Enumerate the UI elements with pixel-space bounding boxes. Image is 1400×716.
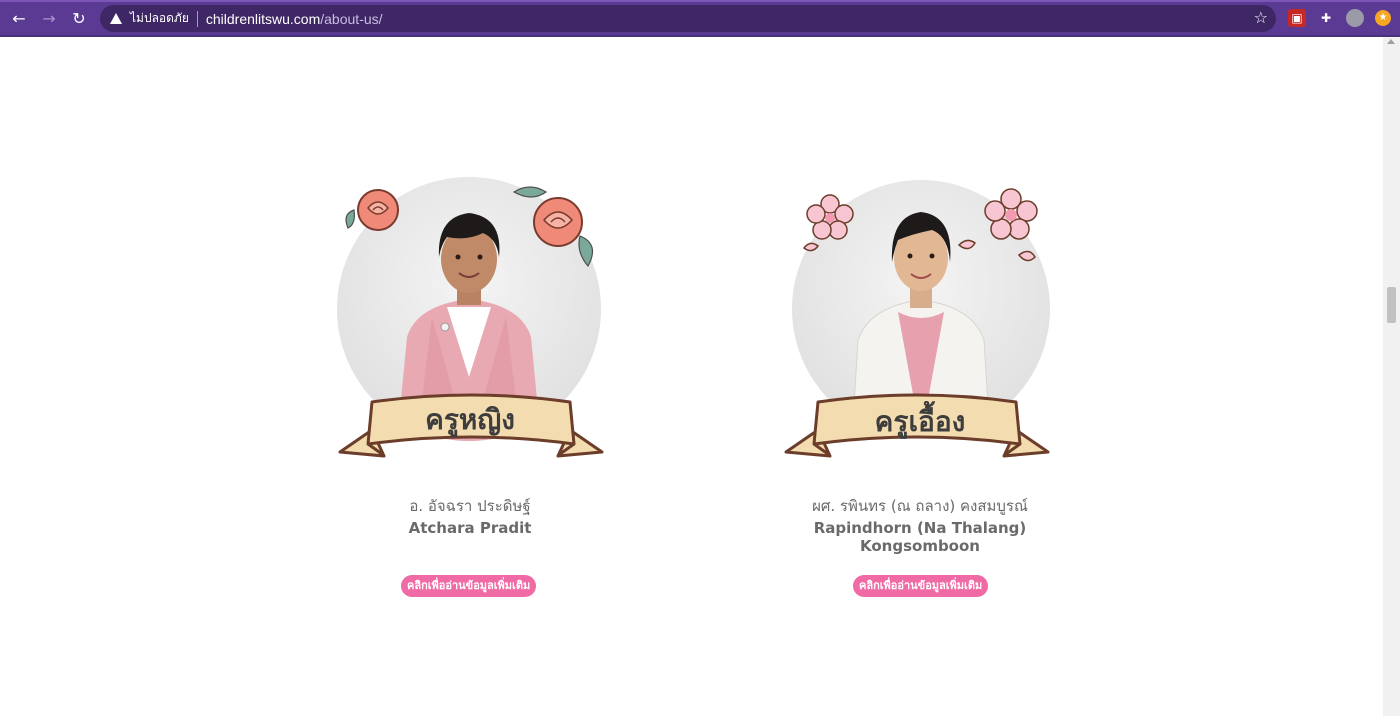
address-bar[interactable]: ไม่ปลอดภัย childrenlitswu.com /about-us/…	[100, 5, 1276, 32]
page-scrollbar[interactable]	[1383, 37, 1400, 716]
blossom-right-icon	[957, 188, 1038, 262]
browser-toolbar: ← → ↻ ไม่ปลอดภัย childrenlitswu.com /abo…	[0, 0, 1400, 37]
scroll-up-icon[interactable]	[1387, 39, 1395, 44]
banner-label: ครูหญิง	[425, 403, 515, 436]
profile-card-rapindhorn: ครูเอื้อง ผศ. รพินทร (ณ ถลาง) คงสมบูรณ์ …	[770, 150, 1070, 620]
forward-arrow-icon: →	[42, 9, 56, 28]
blossom-left-icon	[802, 194, 854, 252]
scroll-thumb[interactable]	[1387, 287, 1396, 323]
divider	[196, 10, 198, 27]
avatar[interactable]	[1346, 9, 1364, 27]
notification-icon[interactable]: ★	[1375, 10, 1391, 26]
portrait: ครูหญิง	[320, 150, 620, 470]
back-button[interactable]: ←	[8, 8, 30, 30]
puzzle-icon[interactable]: ✚	[1317, 9, 1335, 27]
portrait: ครูเอื้อง	[770, 150, 1070, 470]
name-english: Rapindhorn (Na Thalang) Kongsomboon	[813, 519, 1027, 555]
profile-card-atchara: ครูหญิง อ. อัจฉรา ประดิษฐ์ Atchara Pradi…	[320, 150, 620, 620]
name-thai: ผศ. รพินทร (ณ ถลาง) คงสมบูรณ์	[812, 497, 1028, 515]
forward-button[interactable]: →	[38, 8, 60, 30]
read-more-button[interactable]: คลิกเพื่ออ่านข้อมูลเพิ่มเติม	[853, 575, 989, 597]
rose-left-icon	[345, 189, 399, 231]
security-label[interactable]: ไม่ปลอดภัย	[130, 9, 189, 28]
back-arrow-icon: ←	[12, 9, 26, 28]
banner-label: ครูเอื้อง	[874, 405, 966, 438]
name-thai: อ. อัจฉรา ประดิษฐ์	[409, 497, 531, 515]
tab-strip	[0, 0, 1400, 2]
warning-icon	[110, 13, 122, 24]
url-host[interactable]: childrenlitswu.com	[206, 11, 320, 27]
reload-icon: ↻	[72, 9, 86, 28]
extension-icon[interactable]: ▣	[1288, 9, 1306, 27]
reload-button[interactable]: ↻	[68, 8, 90, 30]
read-more-button[interactable]: คลิกเพื่ออ่านข้อมูลเพิ่มเติม	[401, 575, 537, 597]
star-icon[interactable]: ☆	[1254, 8, 1268, 27]
name-english: Atchara Pradit	[408, 519, 532, 537]
rose-right-icon	[512, 186, 594, 268]
url-path[interactable]: /about-us/	[320, 11, 382, 27]
